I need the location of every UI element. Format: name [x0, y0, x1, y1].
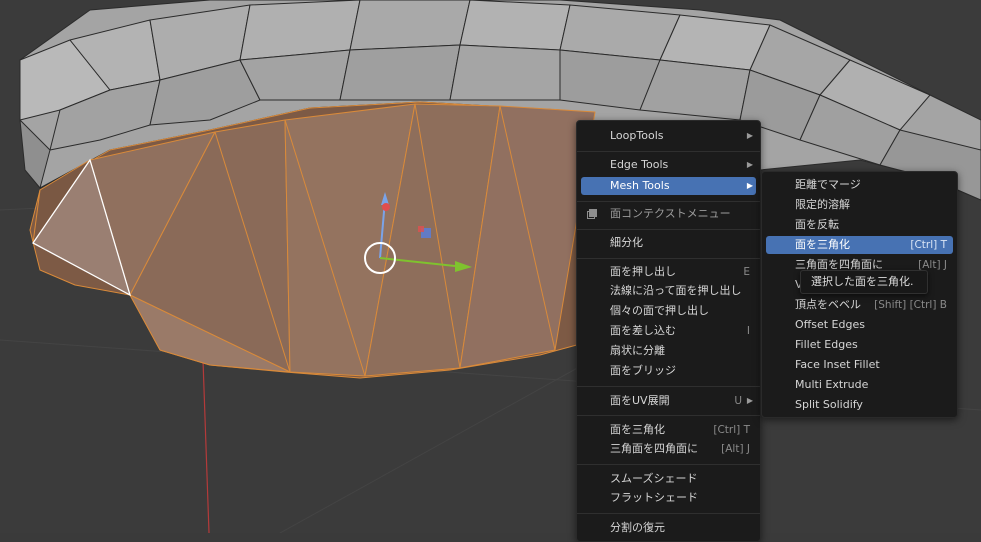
submenu-arrow-icon: ▶	[746, 160, 753, 169]
menu-item-mesh-tools[interactable]: Mesh Tools ▶	[581, 177, 756, 195]
menu-item-extrude-individual[interactable]: 個々の面で押し出し	[581, 302, 756, 320]
shortcut-label: [Alt] J	[721, 443, 750, 455]
menu-item-label: 面を押し出し	[610, 265, 676, 278]
menu-item-extrude-along-normals[interactable]: 法線に沿って面を押し出し	[581, 282, 756, 300]
menu-item-inset-faces[interactable]: 面を差し込む I	[581, 322, 756, 340]
menu-separator	[577, 386, 760, 387]
menu-header-label: 面コンテクストメニュー	[610, 207, 731, 220]
submenu-item-offset-edges[interactable]: Offset Edges	[766, 316, 953, 334]
submenu-item-fillet-edges[interactable]: Fillet Edges	[766, 336, 953, 354]
menu-item-label: 頂点をベベル	[795, 298, 861, 311]
menu-item-label: 面を差し込む	[610, 324, 676, 337]
shortcut-label: E	[743, 266, 750, 278]
menu-item-label: LoopTools	[610, 129, 664, 142]
menu-item-tris-to-quads[interactable]: 三角面を四角面に [Alt] J	[581, 440, 756, 458]
menu-item-poke-faces[interactable]: 扇状に分離	[581, 342, 756, 360]
tooltip-text: 選択した面を三角化.	[811, 275, 914, 288]
shortcut-label: U	[734, 395, 742, 407]
menu-item-uv-unwrap[interactable]: 面をUV展開 U ▶	[581, 392, 756, 410]
menu-separator	[577, 151, 760, 152]
menu-item-label: 面をブリッジ	[610, 364, 676, 377]
menu-item-triangulate[interactable]: 面を三角化 [Ctrl] T	[581, 421, 756, 439]
menu-item-label: Fillet Edges	[795, 338, 858, 351]
menu-item-label: 距離でマージ	[795, 178, 861, 191]
menu-separator	[577, 513, 760, 514]
submenu-item-flip-faces[interactable]: 面を反転	[766, 216, 953, 234]
menu-item-un-subdivide[interactable]: 分割の復元	[581, 519, 756, 537]
menu-item-label: Split Solidify	[795, 398, 863, 411]
menu-item-label: 分割の復元	[610, 521, 665, 534]
menu-item-label: 法線に沿って面を押し出し	[610, 284, 742, 297]
tooltip: 選択した面を三角化.	[800, 270, 928, 294]
menu-item-label: 面をUV展開	[610, 394, 670, 407]
menu-item-label: Edge Tools	[610, 158, 669, 171]
submenu-item-face-inset-fillet[interactable]: Face Inset Fillet	[766, 356, 953, 374]
menu-item-extrude-faces[interactable]: 面を押し出し E	[581, 263, 756, 281]
menu-item-label: 扇状に分離	[610, 344, 665, 357]
menu-item-shade-flat[interactable]: フラットシェード	[581, 489, 756, 507]
menu-header: 面コンテクストメニュー	[581, 205, 756, 223]
shortcut-label: I	[746, 325, 750, 337]
submenu-item-triangulate[interactable]: 面を三角化 [Ctrl] T	[766, 236, 953, 254]
menu-item-label: 面を三角化	[610, 423, 665, 436]
menu-item-shade-smooth[interactable]: スムーズシェード	[581, 470, 756, 488]
menu-item-label: 面を三角化	[795, 238, 850, 251]
menu-separator	[577, 201, 760, 202]
shortcut-label: [Ctrl] T	[910, 239, 947, 251]
shortcut-label: [Shift] [Ctrl] B	[874, 299, 947, 311]
submenu-item-merge-by-distance[interactable]: 距離でマージ	[766, 176, 953, 194]
menu-item-edge-tools[interactable]: Edge Tools ▶	[581, 156, 756, 174]
menu-item-bridge-faces[interactable]: 面をブリッジ	[581, 362, 756, 380]
face-context-menu[interactable]: LoopTools ▶ Edge Tools ▶ Mesh Tools ▶ 面コンテク…	[576, 120, 761, 542]
face-menu-icon	[587, 209, 597, 219]
menu-item-label: Offset Edges	[795, 318, 865, 331]
menu-separator	[577, 415, 760, 416]
submenu-arrow-icon: ▶	[746, 131, 753, 140]
menu-item-label: 細分化	[610, 236, 643, 249]
shortcut-label: [Ctrl] T	[713, 424, 750, 436]
mesh-tools-submenu[interactable]: 距離でマージ 限定的溶解 面を反転 面を三角化 [Ctrl] T 三角面を四角面に…	[761, 171, 958, 418]
submenu-arrow-icon: ▶	[746, 396, 753, 405]
menu-item-label: フラットシェード	[610, 491, 698, 504]
submenu-item-limited-dissolve[interactable]: 限定的溶解	[766, 196, 953, 214]
submenu-item-split-solidify[interactable]: Split Solidify	[766, 396, 953, 414]
menu-item-label: 面を反転	[795, 218, 839, 231]
menu-separator	[577, 229, 760, 230]
menu-item-label: 限定的溶解	[795, 198, 850, 211]
submenu-item-bevel-vertices[interactable]: 頂点をベベル [Shift] [Ctrl] B	[766, 296, 953, 314]
menu-item-label: 個々の面で押し出し	[610, 304, 709, 317]
menu-separator	[577, 258, 760, 259]
menu-item-label: Multi Extrude	[795, 378, 869, 391]
menu-item-subdivide[interactable]: 細分化	[581, 234, 756, 252]
menu-item-label: Face Inset Fillet	[795, 358, 880, 371]
menu-item-label: スムーズシェード	[610, 472, 698, 485]
menu-item-label: Mesh Tools	[610, 179, 670, 192]
menu-item-label: 三角面を四角面に	[610, 442, 698, 455]
menu-item-looptools[interactable]: LoopTools ▶	[581, 127, 756, 145]
menu-separator	[577, 464, 760, 465]
submenu-arrow-icon: ▶	[746, 181, 753, 190]
submenu-item-multi-extrude[interactable]: Multi Extrude	[766, 376, 953, 394]
